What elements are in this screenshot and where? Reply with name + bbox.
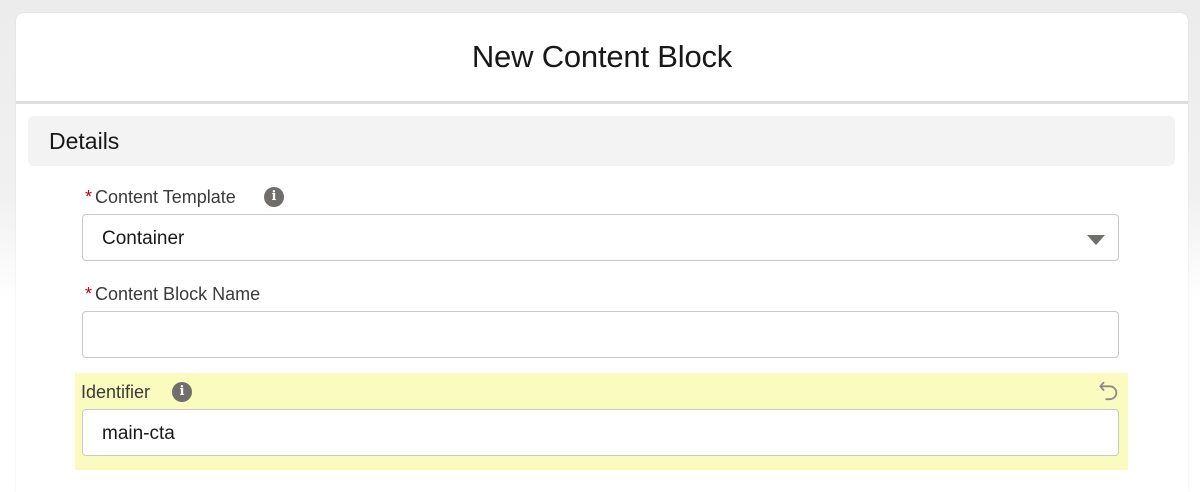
section-details-header[interactable]: Details <box>28 116 1175 166</box>
content-template-select[interactable]: Container <box>82 214 1119 261</box>
info-icon[interactable]: i <box>172 382 192 402</box>
content-template-value: Container <box>102 228 185 249</box>
modal-header: New Content Block <box>16 13 1188 104</box>
content-block-name-label: * Content Block Name <box>85 282 260 306</box>
required-marker: * <box>85 284 93 304</box>
identifier-input[interactable]: main-cta <box>82 409 1119 456</box>
new-content-block-modal: New Content Block Details * Content Templ… <box>16 13 1188 492</box>
info-icon[interactable]: i <box>264 187 284 207</box>
content-block-name-label-text: Content Block Name <box>95 284 261 304</box>
content-template-label-text: Content Template <box>95 187 236 207</box>
section-title: Details <box>49 128 120 154</box>
content-template-label: * Content Template <box>85 185 236 209</box>
modal-title: New Content Block <box>471 39 733 74</box>
undo-icon[interactable] <box>1098 379 1120 401</box>
identifier-label: Identifier <box>81 382 151 402</box>
content-block-name-input[interactable] <box>82 311 1119 358</box>
required-marker: * <box>85 187 93 207</box>
chevron-down-icon <box>1087 235 1105 245</box>
identifier-value: main-cta <box>102 423 175 444</box>
